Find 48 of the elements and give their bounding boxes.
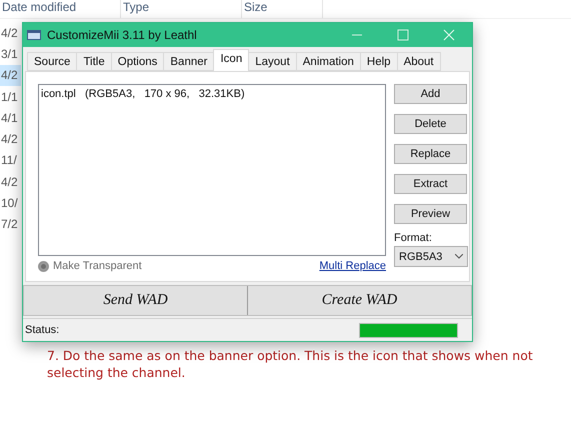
app-icon (27, 30, 41, 40)
date-text: 7/2 (0, 217, 18, 232)
status-label: Status: (25, 324, 60, 336)
tab[interactable]: Icon (213, 49, 250, 71)
window-title: CustomizeMii 3.11 by Leathl (47, 28, 198, 42)
action-button[interactable]: Replace (394, 144, 467, 164)
file-row[interactable]: 4/2 (0, 22, 21, 44)
column-header[interactable]: Size (242, 0, 323, 18)
date-text: 4/2 (0, 174, 18, 189)
action-button[interactable]: Preview (394, 204, 467, 224)
tab[interactable]: Banner (163, 52, 214, 71)
date-text: 10/ (0, 196, 18, 210)
tab[interactable]: Help (360, 52, 398, 71)
action-button[interactable]: Add (394, 84, 467, 104)
action-button[interactable]: Extract (394, 174, 467, 194)
format-dropdown[interactable]: RGB5A3 (394, 246, 468, 267)
file-list[interactable]: icon.tpl (RGB5A3, 170 x 96, 32.31KB) (38, 84, 386, 256)
column-header[interactable]: Date modified (0, 0, 121, 18)
format-label: Format: (394, 232, 432, 244)
file-row[interactable]: 4/2 (0, 64, 21, 86)
date-text: 4/2 (0, 68, 18, 82)
file-row[interactable]: 4/1 (0, 107, 21, 128)
multi-replace-link[interactable]: Multi Replace (319, 260, 386, 272)
column-header[interactable]: Type (121, 0, 242, 18)
file-row[interactable]: 3/1 (0, 43, 21, 65)
date-text: 3/1 (0, 46, 18, 61)
file-row[interactable]: 4/2 (0, 171, 21, 192)
file-row[interactable]: 1/1 (0, 86, 21, 108)
date-text: 4/1 (0, 110, 18, 125)
tab[interactable]: Title (76, 52, 112, 71)
file-row[interactable]: 10/ (0, 192, 21, 214)
date-text: 11/ (0, 153, 17, 168)
date-text: 4/2 (0, 26, 18, 40)
file-row[interactable]: 4/2 (0, 128, 21, 150)
action-button[interactable]: Delete (394, 114, 467, 134)
file-row[interactable]: 11/ (0, 150, 21, 172)
file-row[interactable]: 7/2 (0, 214, 21, 235)
chevron-icon (455, 254, 463, 259)
tab[interactable]: Options (110, 52, 164, 71)
tab[interactable]: About (396, 52, 441, 71)
date-text: 1/1 (0, 90, 18, 104)
instruction-text: 7. Do the same as on the banner option. This is the icon that shows when not selecting the channel. (47, 346, 534, 381)
date-text: 4/2 (0, 132, 18, 146)
radio-label: Make Transparent (53, 260, 143, 272)
list-item[interactable]: icon.tpl (RGB5A3, 170 x 96, 32.31KB) (41, 88, 383, 100)
tab[interactable]: Source (27, 52, 78, 71)
tab[interactable]: Layout (248, 52, 297, 71)
tab[interactable]: Animation (296, 52, 361, 71)
